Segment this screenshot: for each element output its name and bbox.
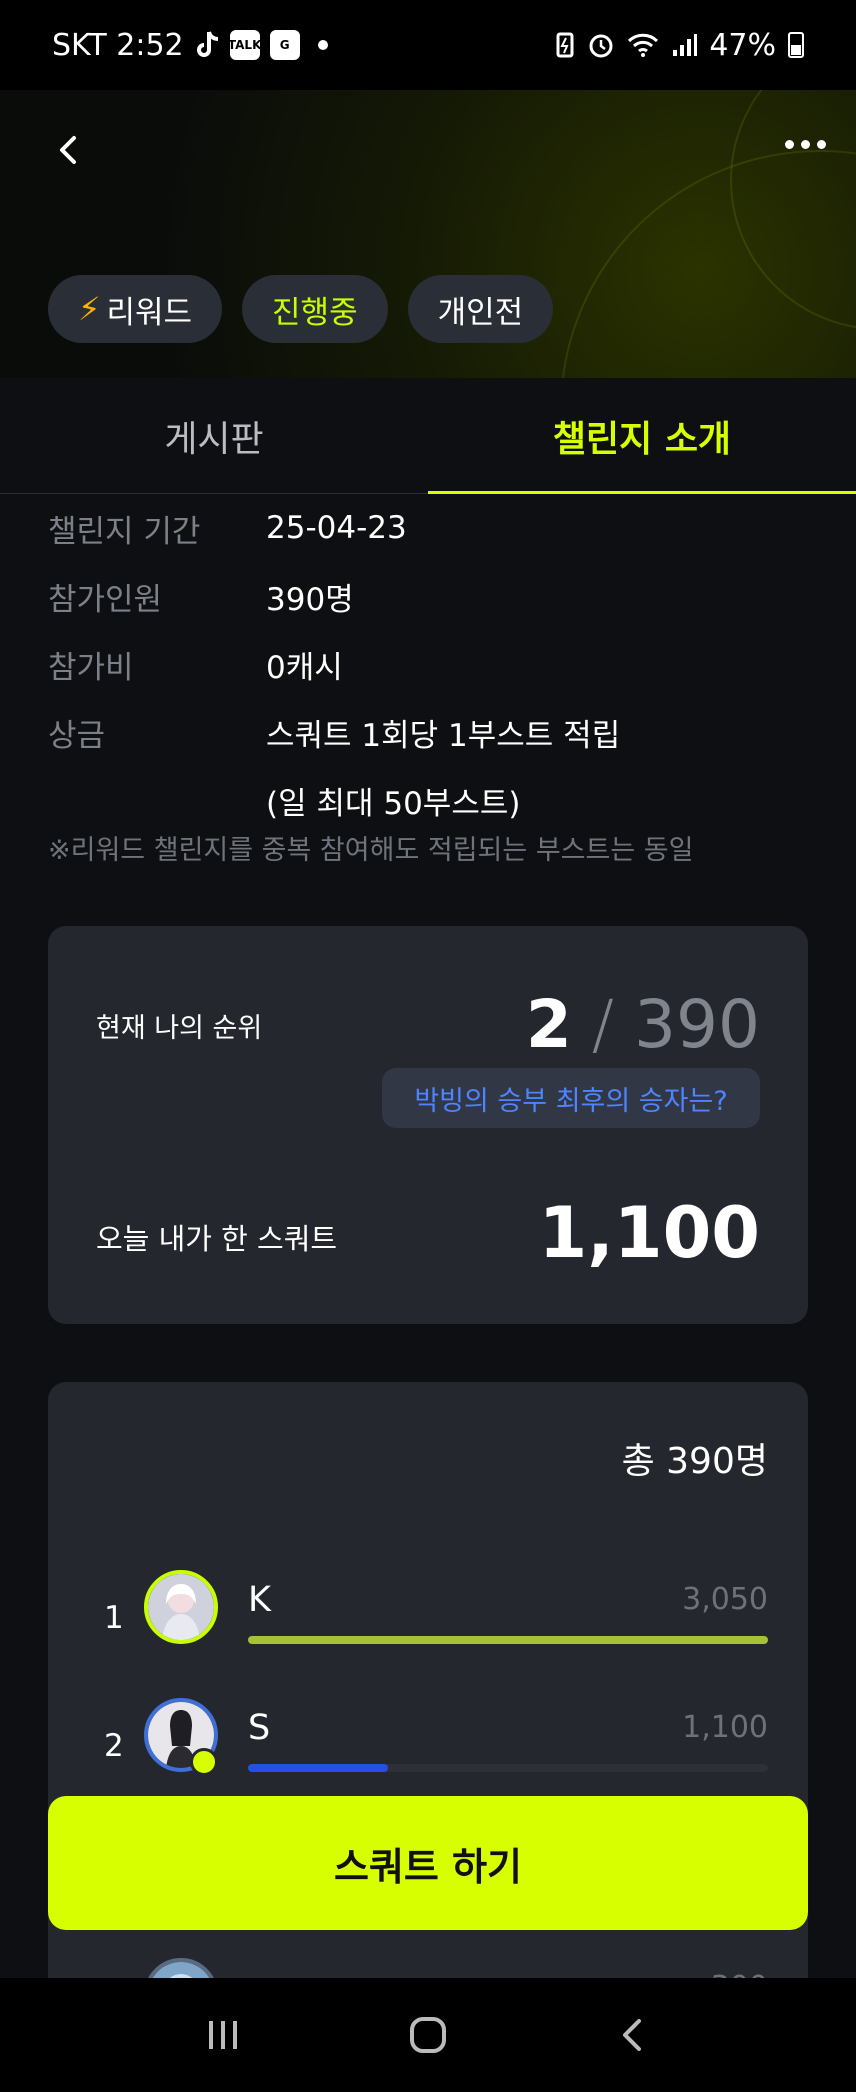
tiktok-icon	[196, 31, 218, 57]
leaderboard-total: 총 390명	[621, 1441, 768, 1482]
system-back-button[interactable]	[613, 2015, 653, 2055]
progress-track	[248, 1764, 768, 1772]
home-button[interactable]	[408, 2015, 448, 2055]
tab-challenge-intro[interactable]: 챌린지 소개	[428, 378, 856, 494]
my-rank-value: 2	[525, 986, 572, 1063]
back-button[interactable]	[50, 130, 90, 170]
entry-rank: 1	[104, 1600, 124, 1636]
chip-individual: 개인전	[407, 275, 554, 343]
today-squat-label: 오늘 내가 한 스쿼트	[96, 1222, 338, 1256]
home-icon	[409, 2017, 446, 2053]
recent-apps-icon	[208, 2021, 237, 2049]
chip-in-progress: 진행중	[242, 275, 388, 343]
my-rank-card: 현재 나의 순위 2 / 390 박빙의 승부 최후의 승자는? 오늘 내가 한…	[48, 926, 808, 1324]
entry-score: 3,050	[682, 1582, 768, 1617]
status-bar: SKT 2:52 TALK G 47%	[0, 0, 856, 90]
info-label: 상금	[48, 717, 106, 754]
lightning-icon: ⚡	[78, 290, 101, 328]
progress-fill	[248, 1764, 389, 1772]
chip-label: 리워드	[106, 294, 193, 331]
avatar-image-icon	[148, 1574, 214, 1640]
back-arrow-icon	[623, 2019, 642, 2051]
tab-board[interactable]: 게시판	[0, 378, 428, 493]
info-value: 스쿼트 1회당 1부스트 적립	[266, 717, 621, 754]
leaderboard-entry[interactable]: 1 K 3,050	[48, 1570, 808, 1670]
alarm-icon	[589, 34, 613, 58]
info-value: 0캐시	[266, 649, 343, 686]
more-options-button[interactable]	[785, 140, 826, 149]
info-value: 25-04-23	[266, 510, 407, 546]
status-right: 47%	[555, 28, 804, 63]
start-squat-button[interactable]: 스쿼트 하기	[48, 1796, 808, 1930]
notification-dot-icon	[317, 40, 328, 50]
more-dot-icon	[817, 140, 826, 149]
entry-rank: 2	[104, 1728, 124, 1764]
info-value: (일 최대 50부스트)	[266, 785, 521, 822]
carrier-time: SKT 2:52	[52, 27, 184, 63]
status-left: SKT 2:52 TALK G	[52, 28, 328, 63]
entry-score: 1,100	[682, 1710, 768, 1745]
my-rank-numbers: 2 / 390	[526, 986, 760, 1063]
talk-icon: TALK	[228, 30, 261, 60]
wifi-icon	[628, 33, 659, 57]
battery-saver-icon	[556, 32, 574, 58]
chip-label: 개인전	[437, 294, 524, 331]
chevron-left-icon	[60, 136, 76, 164]
battery-icon	[788, 32, 804, 58]
info-label: 챌린지 기간	[48, 513, 201, 550]
recent-apps-button[interactable]	[203, 2015, 243, 2055]
app-icon: G	[269, 30, 300, 60]
battery-percent: 47%	[709, 27, 776, 63]
progress-fill	[248, 1636, 768, 1644]
avatar[interactable]	[144, 1570, 218, 1644]
reward-note: ※리워드 챌린지를 중복 참여해도 적립되는 부스트는 동일	[48, 835, 694, 866]
challenge-info: 챌린지 기간 25-04-23 참가인원 390명 참가비 0캐시 상금 스쿼트…	[48, 494, 808, 834]
rank-status-badge: 박빙의 승부 최후의 승자는?	[382, 1068, 760, 1128]
more-dot-icon	[801, 140, 810, 149]
challenge-header: ⚡ 리워드 진행중 개인전	[0, 90, 856, 378]
rank-total: 390	[634, 986, 760, 1063]
info-label: 참가비	[48, 649, 134, 686]
my-rank-label: 현재 나의 순위	[96, 1013, 263, 1044]
info-row-prize-cont: (일 최대 50부스트)	[48, 766, 808, 834]
info-value: 390명	[266, 581, 354, 618]
more-dot-icon	[785, 140, 794, 149]
system-nav-bar	[0, 1978, 856, 2092]
tab-bar: 게시판 챌린지 소개	[0, 378, 856, 494]
signal-icon	[673, 34, 698, 56]
info-row-participants: 참가인원 390명	[48, 562, 808, 630]
entry-name: S	[248, 1708, 271, 1748]
chip-label: 진행중	[272, 294, 358, 331]
info-row-prize: 상금 스쿼트 1회당 1부스트 적립	[48, 698, 808, 766]
info-label: 참가인원	[48, 581, 163, 618]
today-squat-count: 1,100	[538, 1192, 760, 1274]
chip-reward: ⚡ 리워드	[48, 275, 223, 343]
online-status-dot-icon	[190, 1748, 218, 1776]
leaderboard-entry[interactable]: 2 S 1,100	[48, 1698, 808, 1798]
rank-divider: /	[591, 986, 615, 1063]
info-row-period: 챌린지 기간 25-04-23	[48, 494, 808, 562]
challenge-chips: ⚡ 리워드 진행중 개인전	[48, 275, 554, 343]
entry-name: K	[248, 1580, 271, 1620]
info-row-fee: 참가비 0캐시	[48, 630, 808, 698]
progress-track	[248, 1636, 768, 1644]
